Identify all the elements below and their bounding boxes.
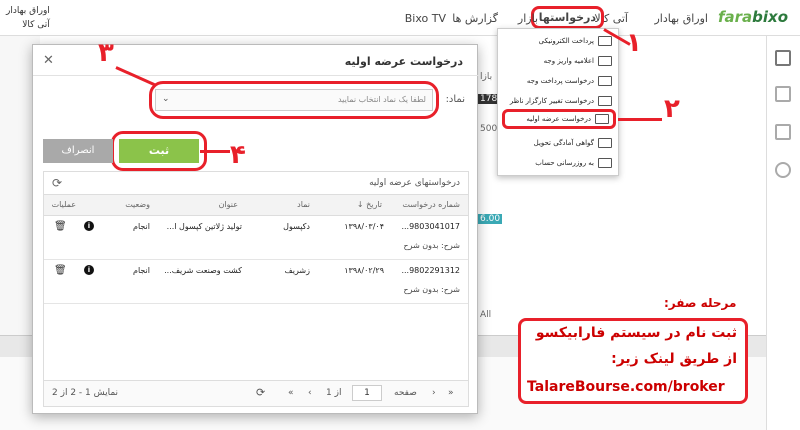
pagination-bar: « ‹ صفحه 1 از 1 › » ⟳ نمایش 1 - 2 از 2 xyxy=(44,380,468,406)
table-row[interactable]: 9802291312... ۱۳۹۸/۰۲/۲۹ زشریف کشت وصنعت… xyxy=(44,260,468,304)
nav-reports[interactable]: گزارش ها xyxy=(452,12,498,25)
annotation-arrow-2 xyxy=(618,118,662,121)
list-title: درخواستهای عرضه اولیه xyxy=(369,178,460,188)
cell-request-number: 9803041017... xyxy=(401,222,460,231)
info-icon[interactable]: i xyxy=(84,265,94,275)
card-icon xyxy=(595,114,609,124)
nav-market[interactable]: بازار xyxy=(518,12,538,25)
column-symbol[interactable]: نماد xyxy=(297,200,310,209)
cell-title: تولید ژلاتین کپسول ا... xyxy=(166,222,242,231)
nav-requests[interactable]: درخواستها xyxy=(530,6,604,29)
annotation-ring-submit xyxy=(111,131,207,171)
info-icon[interactable]: i xyxy=(84,221,94,231)
refresh-icon[interactable]: ⟳ xyxy=(256,386,265,399)
sort-down-icon: ↓ xyxy=(356,200,364,209)
menu-item-payment-request[interactable]: درخواست پرداخت وجه xyxy=(502,71,616,91)
note-title: مرحله صفر: xyxy=(664,296,737,310)
cell-status: انجام xyxy=(132,266,150,275)
column-title[interactable]: عنوان xyxy=(219,200,238,209)
table-row[interactable]: 9803041017... ۱۳۹۸/۰۳/۰۴ دکپسول تولید ژل… xyxy=(44,216,468,260)
farabixo-logo[interactable]: farabixo xyxy=(718,8,788,26)
cell-date: ۱۳۹۸/۰۳/۰۴ xyxy=(344,222,384,231)
menu-item-update-account[interactable]: به روزرسانی حساب xyxy=(502,153,616,173)
account-switcher[interactable]: اوراق بهادار آتی کالا xyxy=(6,4,50,32)
top-navigation-bar: farabixo اوراق بهادار آتی کالا درخواستها… xyxy=(0,0,800,36)
cell-status: انجام xyxy=(132,222,150,231)
annotation-arrow-4 xyxy=(200,150,230,153)
right-sidebar xyxy=(766,36,800,430)
note-url-link[interactable]: TalareBourse.com/broker xyxy=(527,379,725,395)
cell-request-number: 9802291312... xyxy=(401,266,460,275)
edit-icon xyxy=(598,138,612,148)
hundred-icon[interactable] xyxy=(775,162,791,178)
requests-dropdown-menu: پرداخت الکترونیکی اعلامیه واریز وجه درخو… xyxy=(497,28,619,176)
column-status[interactable]: وضعیت xyxy=(125,200,150,209)
menu-item-ipo-request[interactable]: درخواست عرضه اولیه xyxy=(502,109,616,129)
note-line-2: از طریق لینک زیر: xyxy=(611,351,737,367)
ipo-request-modal: درخواست عرضه اولیه ✕ نماد: لطفا یک نماد … xyxy=(32,44,479,414)
trading-screen-icon[interactable] xyxy=(775,50,791,66)
annotation-number-3: ۳ xyxy=(98,38,114,68)
table-header: شماره درخواست تاریخ ↓ نماد عنوان وضعیت ع… xyxy=(44,194,468,216)
prev-page-icon[interactable]: ‹ xyxy=(432,388,436,398)
nav-securities[interactable]: اوراق بهادار xyxy=(654,12,708,25)
modal-divider xyxy=(33,75,479,76)
page-of-label: از 1 xyxy=(326,388,342,398)
next-page-icon[interactable]: › xyxy=(308,388,312,398)
column-date[interactable]: تاریخ ↓ xyxy=(357,200,382,209)
coins-icon xyxy=(598,76,612,86)
menu-item-deposit-notice[interactable]: اعلامیه واریز وجه xyxy=(502,51,616,71)
card-icon xyxy=(598,36,612,46)
cell-symbol: دکپسول xyxy=(283,222,310,231)
trash-icon[interactable]: 🗑 xyxy=(54,265,67,276)
ipo-requests-list: درخواستهای عرضه اولیه ⟳ شماره درخواست تا… xyxy=(43,171,469,407)
page-label: صفحه xyxy=(394,388,417,398)
cell-date: ۱۳۹۸/۰۲/۲۹ xyxy=(344,266,384,275)
row-description: شرح: بدون شرح xyxy=(403,285,460,294)
clipboard-icon[interactable] xyxy=(775,124,791,140)
annotation-number-2: ۲ xyxy=(664,94,680,124)
first-page-icon[interactable]: « xyxy=(448,388,454,398)
row-description: شرح: بدون شرح xyxy=(403,241,460,250)
edit-icon xyxy=(598,158,612,168)
refresh-icon[interactable]: ⟳ xyxy=(52,176,62,190)
close-icon[interactable]: ✕ xyxy=(43,53,54,68)
page-input[interactable]: 1 xyxy=(352,385,382,401)
annotation-ring-symbol xyxy=(149,81,439,119)
last-page-icon[interactable]: » xyxy=(288,388,294,398)
document-icon xyxy=(598,96,612,106)
annotation-number-4: ۴ xyxy=(230,140,246,170)
menu-item-electronic-payment[interactable]: پرداخت الکترونیکی xyxy=(502,31,616,51)
notice-icon xyxy=(598,56,612,66)
trash-icon[interactable]: 🗑 xyxy=(54,221,67,232)
calculator-icon[interactable] xyxy=(775,86,791,102)
symbol-label: نماد: xyxy=(445,94,465,105)
menu-item-delivery-certificate[interactable]: گواهی آمادگی تحویل xyxy=(502,133,616,153)
nav-bixo-tv[interactable]: Bixo TV xyxy=(405,12,446,25)
column-actions: عملیات xyxy=(51,200,76,209)
cell-title: کشت وصنعت شریف... xyxy=(164,266,242,275)
pager-summary: نمایش 1 - 2 از 2 xyxy=(52,388,119,398)
registration-note-box: ثبت نام در سیستم فارابیکسو از طریق لینک … xyxy=(518,318,748,404)
cancel-button[interactable]: انصراف xyxy=(43,139,113,163)
menu-item-change-broker[interactable]: درخواست تغییر کارگزار ناظر xyxy=(502,91,616,111)
modal-title: درخواست عرضه اولیه xyxy=(344,55,463,68)
cell-symbol: زشریف xyxy=(284,266,311,275)
note-line-1: ثبت نام در سیستم فارابیکسو xyxy=(535,325,737,341)
column-request-number[interactable]: شماره درخواست xyxy=(402,200,460,209)
